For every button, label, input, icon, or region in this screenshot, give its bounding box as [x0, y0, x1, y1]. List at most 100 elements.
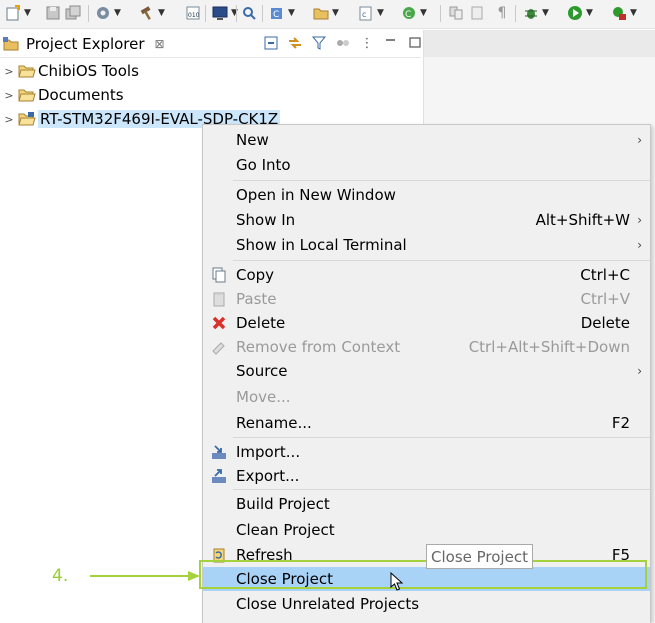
- build-button[interactable]: ▼: [138, 4, 165, 22]
- chevron-down-icon[interactable]: ▼: [114, 8, 121, 18]
- chevron-down-icon[interactable]: ▼: [332, 8, 339, 18]
- bug-icon: [522, 4, 540, 22]
- submenu-arrow-icon: ›: [637, 364, 642, 378]
- new-source-button[interactable]: c ▼: [357, 4, 384, 22]
- debug-button[interactable]: ▼: [522, 4, 549, 22]
- toolbar-separator: [440, 5, 441, 22]
- delete-x-icon: [210, 314, 228, 332]
- menu-item-close-unrelated-projects[interactable]: Close Unrelated Projects: [203, 592, 650, 616]
- maximize-icon[interactable]: [406, 34, 424, 52]
- menu-item-show-in-local-terminal[interactable]: Show in Local Terminal ›: [203, 233, 650, 257]
- toolbar-separator: [88, 5, 89, 22]
- external-tools-button[interactable]: ▼: [610, 4, 637, 22]
- menu-item-label: Source: [236, 362, 288, 380]
- chevron-down-icon[interactable]: ▼: [420, 8, 427, 18]
- new-folder-button[interactable]: ▼: [312, 4, 339, 22]
- copy-icon: [210, 266, 228, 284]
- tab-project-explorer[interactable]: Project Explorer ⊠: [0, 30, 165, 57]
- chevron-down-icon[interactable]: ▼: [158, 8, 165, 18]
- chevron-right-icon[interactable]: >: [0, 65, 18, 78]
- submenu-arrow-icon: ›: [637, 133, 642, 147]
- menu-item-label: Export...: [236, 467, 300, 485]
- svg-text:010: 010: [188, 12, 200, 19]
- submenu-arrow-icon: ›: [637, 238, 642, 252]
- refresh-toolbar-button[interactable]: C ▼: [400, 4, 427, 22]
- toggle-mark-button[interactable]: [447, 4, 465, 22]
- view-menu-icon[interactable]: ⋮: [358, 34, 376, 52]
- menu-item-delete[interactable]: Delete Delete: [203, 311, 650, 335]
- minimize-icon[interactable]: [382, 34, 400, 52]
- submenu-arrow-icon: ›: [637, 213, 642, 227]
- view-title: Project Explorer: [26, 34, 145, 53]
- chevron-down-icon[interactable]: ▼: [288, 8, 295, 18]
- menu-item-open-in-new-window[interactable]: Open in New Window: [203, 183, 650, 207]
- play-icon: [566, 4, 584, 22]
- export-icon: [210, 467, 228, 485]
- save-all-button[interactable]: [64, 4, 82, 22]
- open-folder-icon: [18, 87, 36, 103]
- binary-button[interactable]: 010: [184, 4, 202, 22]
- menu-item-label: Paste: [236, 290, 277, 308]
- debug-config-button[interactable]: ▼: [94, 4, 121, 22]
- menu-item-shortcut: Delete: [580, 314, 630, 332]
- save-all-icon: [64, 4, 82, 22]
- block-select-button[interactable]: [468, 4, 486, 22]
- terminal-button[interactable]: ▼: [211, 4, 238, 22]
- menu-separator: [233, 260, 650, 261]
- new-file-icon: [4, 4, 22, 22]
- menu-item-build-project[interactable]: Build Project: [203, 492, 650, 516]
- menu-item-label: Remove from Context: [236, 338, 401, 356]
- svg-text:C: C: [405, 10, 411, 20]
- project-explorer-header: Project Explorer ⊠ ⋮: [0, 30, 421, 58]
- new-class-button[interactable]: C ▼: [268, 4, 295, 22]
- project-explorer-icon: [2, 36, 20, 52]
- menu-item-label: Open in New Window: [236, 186, 396, 204]
- chevron-right-icon[interactable]: >: [0, 89, 18, 102]
- search-button[interactable]: [240, 4, 258, 22]
- refresh-icon: C: [400, 4, 418, 22]
- chevron-down-icon[interactable]: ▼: [24, 8, 31, 18]
- show-whitespace-button[interactable]: ¶: [493, 4, 511, 22]
- link-with-editor-icon[interactable]: [286, 34, 304, 52]
- menu-item-shortcut: F2: [611, 414, 630, 432]
- tree-item-documents[interactable]: > Documents: [0, 84, 124, 106]
- group-icon[interactable]: [334, 34, 352, 52]
- menu-item-clean-project[interactable]: Clean Project: [203, 518, 650, 542]
- tooltip: Close Project: [426, 544, 533, 569]
- menu-item-new[interactable]: New ›: [203, 128, 650, 152]
- run-button[interactable]: ▼: [566, 4, 593, 22]
- menu-separator: [233, 437, 650, 438]
- chevron-down-icon[interactable]: ▼: [630, 8, 637, 18]
- menu-item-copy[interactable]: Copy Ctrl+C: [203, 263, 650, 287]
- menu-item-source[interactable]: Source ›: [203, 359, 650, 383]
- menu-item-import[interactable]: Import...: [203, 440, 650, 464]
- save-icon: [44, 4, 62, 22]
- menu-item-close-project[interactable]: Close Project: [203, 567, 650, 591]
- view-toolbar: ⋮: [262, 34, 424, 52]
- new-wizard-button[interactable]: ▼: [4, 4, 31, 22]
- menu-item-label: Refresh: [236, 546, 293, 564]
- menu-item-export[interactable]: Export...: [203, 464, 650, 488]
- menu-item-go-into[interactable]: Go Into: [203, 153, 650, 177]
- chevron-down-icon[interactable]: ▼: [586, 8, 593, 18]
- tree-item-label: Documents: [38, 86, 124, 104]
- menu-item-show-in[interactable]: Show In Alt+Shift+W ›: [203, 208, 650, 232]
- menu-item-label: Show In: [236, 211, 296, 229]
- chevron-down-icon[interactable]: ▼: [377, 8, 384, 18]
- chevron-down-icon[interactable]: ▼: [542, 8, 549, 18]
- menu-item-rename[interactable]: Rename... F2: [203, 411, 650, 435]
- filter-icon[interactable]: [310, 34, 328, 52]
- annotation-step-label: 4.: [52, 566, 69, 586]
- menu-item-remove-from-context: Remove from Context Ctrl+Alt+Shift+Down: [203, 335, 650, 359]
- toolbar-separator: [236, 5, 237, 22]
- tree-item-chibios-tools[interactable]: > ChibiOS Tools: [0, 60, 139, 82]
- save-button[interactable]: [44, 4, 62, 22]
- close-icon[interactable]: ⊠: [155, 37, 165, 51]
- menu-separator: [233, 180, 650, 181]
- menu-separator: [233, 489, 650, 490]
- menu-item-shortcut: Ctrl+C: [580, 266, 630, 284]
- collapse-all-icon[interactable]: [262, 34, 280, 52]
- menu-item-label: Move...: [236, 388, 291, 406]
- menu-item-move: Move...: [203, 385, 650, 409]
- chevron-right-icon[interactable]: >: [0, 113, 18, 126]
